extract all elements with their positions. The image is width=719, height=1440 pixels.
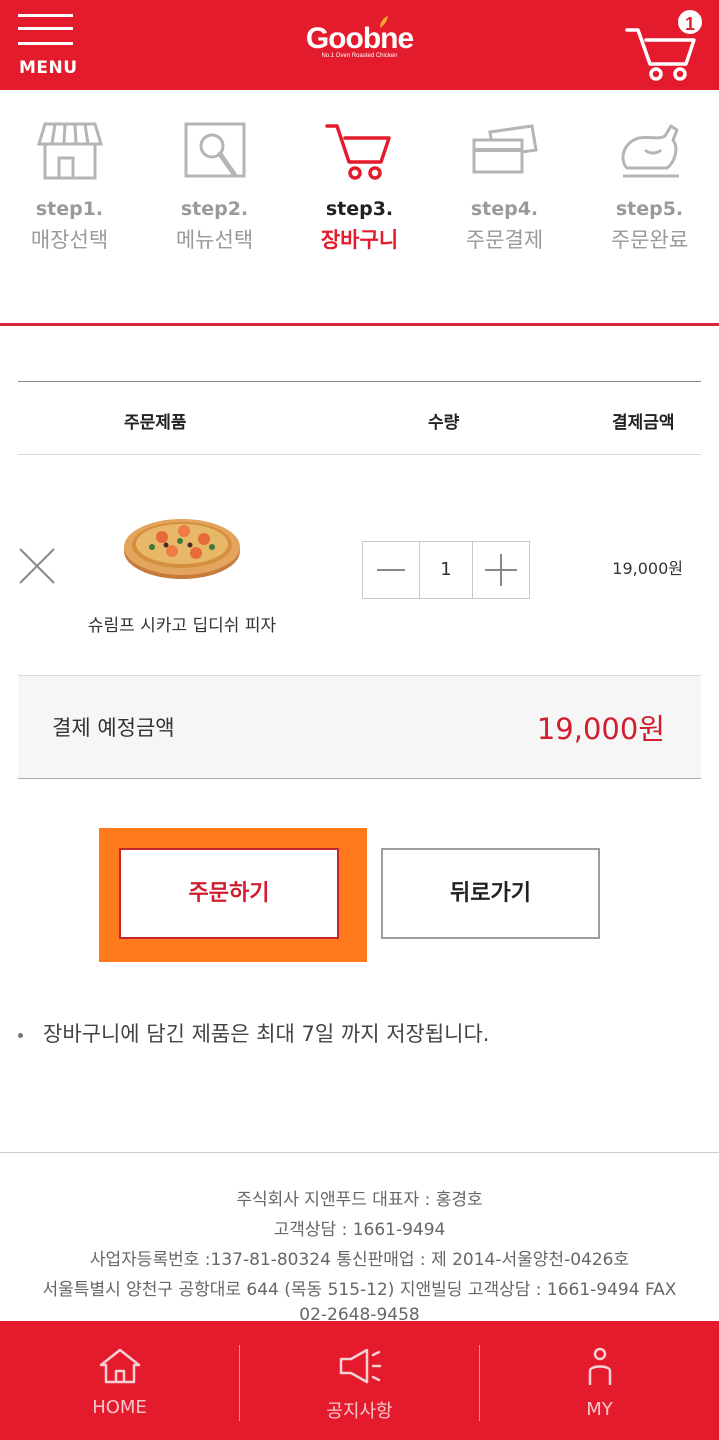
business-registration-line: 사업자등록번호 :137-81-80324 통신판매업 : 제 2014-서울양… xyxy=(89,1250,630,1270)
customer-service-line: 고객상담 : 1661-9494 xyxy=(273,1220,446,1240)
decrease-quantity-button[interactable] xyxy=(363,542,419,598)
step-name: 장바구니 xyxy=(320,228,399,252)
address-line: 서울특별시 양천구 공항대로 644 (목동 515-12) 지앤빌딩 고객상담… xyxy=(42,1280,677,1300)
step-5: step5. 주문완료 xyxy=(577,120,719,254)
total-summary: 결제 예정금액 19,000원 xyxy=(18,675,701,779)
total-value: 19,000원 xyxy=(536,712,665,746)
company-info: 주식회사 지앤푸드 대표자 : 홍경호 고객상담 : 1661-9494 사업자… xyxy=(0,1152,719,1322)
remove-item-button[interactable] xyxy=(18,547,56,585)
app-header: MENU Goobne No.1 Oven Roasted Chicken 1 xyxy=(0,0,719,90)
item-price: 19,000원 xyxy=(612,559,683,578)
person-icon xyxy=(588,1347,611,1385)
step-3: step3. 장바구니 xyxy=(287,120,432,254)
pizza-image xyxy=(124,519,240,579)
step-1: step1. 매장선택 xyxy=(0,120,142,254)
cart-item-row: 슈림프 시카고 딥디쉬 피자 1 19,000원 xyxy=(18,455,701,675)
plus-icon xyxy=(485,554,517,586)
bullet-icon xyxy=(18,1032,23,1038)
goobne-logo[interactable]: Goobne No.1 Oven Roasted Chicken xyxy=(0,16,719,59)
step-number: step1. xyxy=(35,198,104,220)
menu-label: MENU xyxy=(19,58,78,78)
close-icon xyxy=(19,548,55,584)
bottom-tab-bar: HOME 공지사항 MY xyxy=(0,1321,719,1440)
cart-button[interactable]: 1 xyxy=(624,8,706,81)
home-icon xyxy=(99,1348,140,1384)
step-4: step4. 주문결제 xyxy=(432,120,577,254)
step-2: step2. 메뉴선택 xyxy=(142,120,287,254)
cart-storage-note: 장바구니에 담긴 제품은 최대 7일 까지 저장됩니다. xyxy=(18,1018,490,1048)
megaphone-icon xyxy=(339,1348,381,1384)
fax-line: 02-2648-9458 xyxy=(299,1305,420,1322)
logo-text: Goobne xyxy=(305,16,414,56)
column-quantity: 수량 xyxy=(428,413,460,433)
step-number: step3. xyxy=(325,198,394,220)
store-icon xyxy=(36,122,103,180)
quantity-stepper: 1 xyxy=(362,541,530,599)
order-button[interactable]: 주문하기 xyxy=(119,848,339,939)
product-name[interactable]: 슈림프 시카고 딥디쉬 피자 xyxy=(60,611,304,636)
step-number: step2. xyxy=(180,198,249,220)
tab-my[interactable]: MY xyxy=(480,1321,719,1440)
increase-quantity-button[interactable] xyxy=(473,542,529,598)
cart-count-badge: 1 xyxy=(676,8,704,36)
hamburger-icon xyxy=(18,14,73,17)
minus-icon xyxy=(377,569,405,571)
total-label: 결제 예정금액 xyxy=(52,716,175,740)
cart-table-header: 주문제품 수량 결제금액 xyxy=(18,381,701,455)
column-product: 주문제품 xyxy=(124,413,187,433)
tab-notice[interactable]: 공지사항 xyxy=(240,1321,479,1440)
menu-search-icon xyxy=(184,122,245,178)
step-name: 메뉴선택 xyxy=(175,228,254,252)
chicken-icon xyxy=(621,124,679,178)
tab-home-label: HOME xyxy=(92,1397,147,1418)
note-text: 장바구니에 담긴 제품은 최대 7일 까지 저장됩니다. xyxy=(43,1022,490,1046)
step-name: 주문완료 xyxy=(610,228,689,252)
company-name-line: 주식회사 지앤푸드 대표자 : 홍경호 xyxy=(236,1190,483,1210)
cart-icon xyxy=(324,124,391,180)
step-name: 매장선택 xyxy=(30,228,109,252)
tab-my-label: MY xyxy=(586,1399,613,1420)
tab-notice-label: 공지사항 xyxy=(326,1401,393,1422)
tab-home[interactable]: HOME xyxy=(0,1321,239,1440)
leaf-icon xyxy=(379,16,388,28)
back-button[interactable]: 뒤로가기 xyxy=(381,848,600,939)
logo-wordmark: Goobne xyxy=(305,22,414,55)
order-steps: step1. 매장선택 step2. 메뉴선택 step3. 장바구니 step… xyxy=(0,90,719,326)
step-number: step5. xyxy=(615,198,684,220)
column-amount: 결제금액 xyxy=(612,413,675,433)
step-number: step4. xyxy=(470,198,539,220)
card-icon xyxy=(472,124,538,174)
quantity-value[interactable]: 1 xyxy=(419,542,473,598)
step-name: 주문결제 xyxy=(465,228,544,252)
